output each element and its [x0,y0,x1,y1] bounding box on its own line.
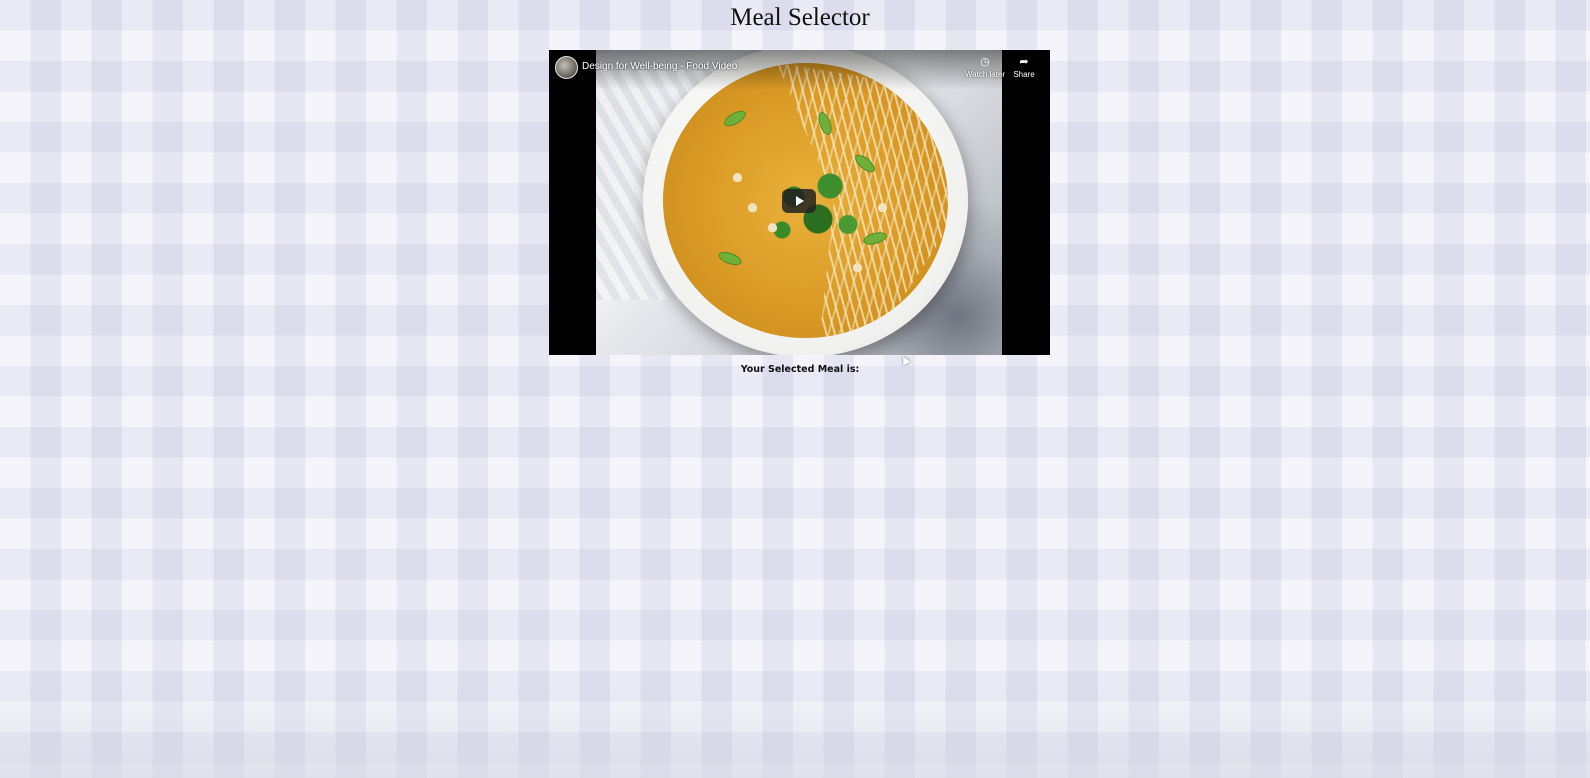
background-fade [0,688,1590,778]
share-label: Share [1013,70,1035,79]
watch-later-button[interactable]: ◷ Watch later [963,55,1007,85]
clock-icon: ◷ [980,56,990,68]
play-icon[interactable] [782,189,816,213]
thumbnail-cashew [768,223,777,232]
selected-meal-label: Your Selected Meal is: [740,364,860,375]
channel-avatar[interactable] [555,56,578,79]
share-button[interactable]: ➦ Share [1002,55,1046,85]
watch-later-label: Watch later [964,70,1006,79]
thumbnail-herbs [758,153,878,263]
thumbnail-cashew [733,173,742,182]
thumbnail-cashew [878,203,887,212]
video-embed[interactable]: Design for Well-being - Food Video ◷ Wat… [549,50,1050,355]
share-arrow-icon: ➦ [1019,56,1029,68]
video-letterbox-right [1003,50,1050,355]
thumbnail-cashew [853,263,862,272]
thumbnail-snap-pea [716,249,744,268]
video-title[interactable]: Design for Well-being - Food Video [582,61,737,72]
page-title: Meal Selector [730,4,870,31]
thumbnail-cashew [748,203,757,212]
video-topbar: Design for Well-being - Food Video ◷ Wat… [549,50,1050,90]
thumbnail-snap-pea [721,107,749,130]
